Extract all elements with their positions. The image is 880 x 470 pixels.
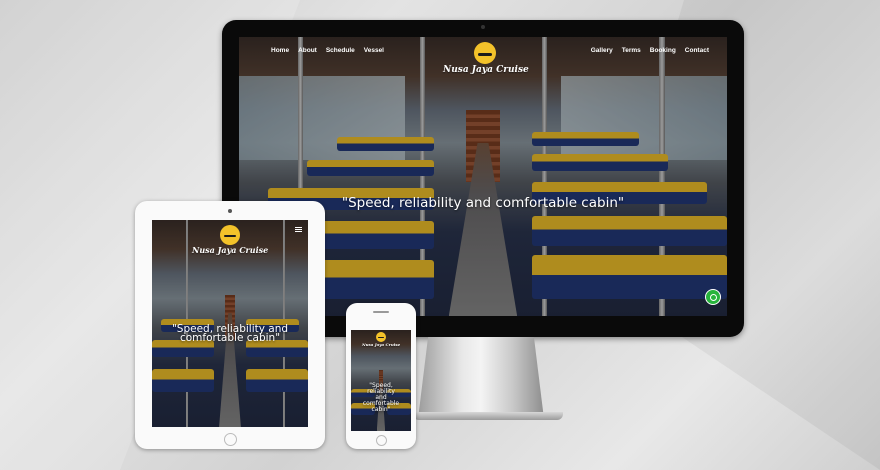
tablet-device: Nusa Jaya Cruise "Speed, reliability and… — [135, 201, 325, 449]
home-button — [376, 435, 387, 446]
whatsapp-icon[interactable] — [705, 289, 721, 305]
home-button — [224, 433, 237, 446]
nav-vessel[interactable]: Vessel — [364, 47, 384, 54]
nav-gallery[interactable]: Gallery — [591, 47, 613, 54]
site-logo[interactable]: Nusa Jaya Cruise — [443, 42, 529, 75]
brand-name: Nusa Jaya Cruise — [443, 65, 529, 75]
phone-speaker — [373, 311, 389, 313]
nav-terms[interactable]: Terms — [622, 47, 641, 54]
hero-tagline: "Speed, reliability and comfortable cabi… — [152, 324, 308, 344]
hamburger-menu-icon[interactable] — [295, 227, 302, 232]
site-logo[interactable]: Nusa Jaya Cruise — [192, 225, 268, 255]
hero-tagline-line: comfortable cabin" — [179, 332, 281, 344]
boat-logo-icon — [220, 225, 240, 245]
brand-name: Nusa Jaya Cruise — [361, 342, 401, 347]
main-nav-right: Gallery Terms Booking Contact — [591, 47, 709, 54]
boat-logo-icon — [376, 332, 386, 342]
monitor-stand-base — [413, 412, 563, 420]
site-logo[interactable]: Nusa Jaya Cruise — [361, 332, 401, 347]
main-nav-left: Home About Schedule Vessel — [271, 47, 384, 54]
hero-tagline-line: cabin" — [371, 406, 391, 413]
camera-dot — [481, 25, 485, 29]
phone-screen: Nusa Jaya Cruise "Speed, reliability and… — [351, 330, 411, 431]
nav-booking[interactable]: Booking — [650, 47, 676, 54]
brand-name: Nusa Jaya Cruise — [192, 245, 269, 255]
phone-device: Nusa Jaya Cruise "Speed, reliability and… — [346, 303, 416, 449]
nav-home[interactable]: Home — [271, 47, 289, 54]
hero-tagline: "Speed, reliability and comfortable cabi… — [351, 383, 411, 413]
camera-dot — [228, 209, 232, 213]
boat-logo-icon — [474, 42, 496, 64]
monitor-stand — [418, 337, 544, 419]
nav-about[interactable]: About — [298, 47, 317, 54]
nav-schedule[interactable]: Schedule — [326, 47, 355, 54]
tablet-screen: Nusa Jaya Cruise "Speed, reliability and… — [152, 220, 308, 427]
nav-contact[interactable]: Contact — [685, 47, 709, 54]
